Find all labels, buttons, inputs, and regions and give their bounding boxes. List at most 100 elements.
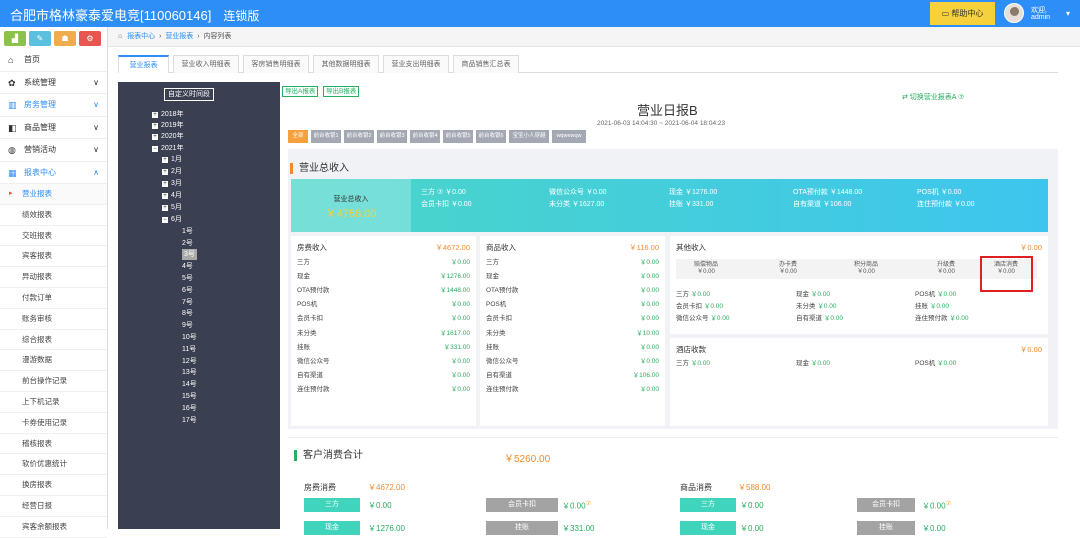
switch-report-a-link[interactable]: ⇄ 切换营业报表A ⑦ <box>902 92 964 102</box>
export-a-button[interactable]: 导出A报表 <box>282 86 319 97</box>
filter-chip-7[interactable]: 宝宝小人穿越 <box>509 130 549 143</box>
tab-5[interactable]: 商品销售汇总表 <box>453 55 519 73</box>
sidebar-subitem-6[interactable]: 账务审核 <box>0 309 107 330</box>
tree-node[interactable]: 14号 <box>182 379 197 390</box>
sidebar-subitem-5[interactable]: 付款订单 <box>0 288 107 309</box>
tree-node[interactable]: 3号 <box>182 249 197 261</box>
tree-node[interactable]: −6月 <box>162 214 182 225</box>
breadcrumb-report-center[interactable]: 报表中心 <box>127 33 155 40</box>
row-label: 微信公众号 <box>486 357 519 365</box>
expand-toggle-icon[interactable]: + <box>162 192 168 199</box>
expand-toggle-icon[interactable]: + <box>162 180 168 187</box>
tree-node[interactable]: +2019年 <box>152 120 184 131</box>
room-consume-value: ￥4672.00 <box>368 483 405 492</box>
tree-node[interactable]: 17号 <box>182 415 197 426</box>
sidebar-subitem-2[interactable]: 交班报表 <box>0 226 107 247</box>
expand-toggle-icon[interactable]: + <box>152 123 158 130</box>
revenue-row: 现金 ￥0.00 <box>486 272 659 282</box>
cogs-icon[interactable]: ⚙ <box>79 31 101 46</box>
tree-node[interactable]: −2021年 <box>152 143 184 154</box>
expand-toggle-icon[interactable]: + <box>152 112 158 118</box>
tree-node[interactable]: +2月 <box>162 166 182 177</box>
user-menu[interactable]: 欢迎, admin ▾ <box>998 0 1080 27</box>
tree-node[interactable]: 4号 <box>182 261 193 272</box>
pencil-icon[interactable]: ✎ <box>29 31 51 46</box>
tree-node[interactable]: 7号 <box>182 297 193 308</box>
expand-toggle-icon[interactable]: − <box>152 145 158 152</box>
sidebar-item-icon: ▦ <box>8 167 17 178</box>
chart-icon[interactable]: ▟ <box>4 31 26 46</box>
sidebar-item-2[interactable]: ▥ 房务管理 ∨ <box>0 94 107 117</box>
tab-2[interactable]: 客房销售明细表 <box>243 55 309 73</box>
tree-node[interactable]: +5月 <box>162 202 182 213</box>
tab-1[interactable]: 营业收入明细表 <box>173 55 239 73</box>
tree-node[interactable]: 8号 <box>182 308 193 319</box>
tree-node-label: 9号 <box>182 322 193 330</box>
custom-range-button[interactable]: 自定义时间段 <box>164 88 214 101</box>
filter-chip-4[interactable]: 前台收银4 <box>410 130 440 143</box>
sidebar-item-4[interactable]: ◍ 营销活动 ∨ <box>0 139 107 162</box>
tree-node[interactable]: 5号 <box>182 273 193 284</box>
filter-chip-2[interactable]: 前台收银2 <box>344 130 374 143</box>
filter-chip-3[interactable]: 前台收银3 <box>377 130 407 143</box>
users-icon[interactable]: ☗ <box>54 31 76 46</box>
sidebar-subitem-4[interactable]: 异动报表 <box>0 267 107 288</box>
other-category: 办卡费 ￥0.00 <box>758 262 818 276</box>
sidebar-subitem-13[interactable]: 软价优惠统计 <box>0 454 107 476</box>
breadcrumb-business-report[interactable]: 营业报表 <box>165 33 193 40</box>
sidebar-item-5[interactable]: ▦ 报表中心 ∧ <box>0 162 107 184</box>
tree-node[interactable]: 16号 <box>182 403 197 414</box>
sidebar-subitem-0[interactable]: 营业报表 <box>0 184 107 205</box>
tree-node-label: 6月 <box>171 215 182 223</box>
tab-3[interactable]: 其他数据明细表 <box>313 55 379 73</box>
filter-chip-8[interactable]: wqwewqw <box>552 130 586 143</box>
expand-toggle-icon[interactable]: + <box>162 156 168 163</box>
sidebar-subitem-9[interactable]: 前台操作记录 <box>0 371 107 392</box>
filter-chip-6[interactable]: 前台收银6 <box>476 130 506 143</box>
expand-toggle-icon[interactable]: − <box>162 216 168 223</box>
tree-node[interactable]: 2号 <box>182 238 193 249</box>
expand-toggle-icon[interactable]: + <box>152 134 158 141</box>
home-icon: ⌂ <box>118 33 123 40</box>
tree-node[interactable]: +2018年 <box>152 109 184 120</box>
filter-chip-1[interactable]: 前台收银1 <box>311 130 341 143</box>
expand-toggle-icon[interactable]: + <box>162 204 168 211</box>
tree-node[interactable]: 12号 <box>182 356 197 367</box>
filter-chip-0[interactable]: 全部 <box>288 130 308 143</box>
sidebar-subitem-12[interactable]: 稽核报表 <box>0 434 107 455</box>
expand-toggle-icon[interactable]: + <box>162 168 168 175</box>
tree-node[interactable]: +1月 <box>162 154 182 165</box>
pay-label: POS机 <box>915 291 936 298</box>
sidebar-subitem-7[interactable]: 综合报表 <box>0 330 107 351</box>
tree-node[interactable]: +3月 <box>162 178 182 189</box>
tree-node[interactable]: 10号 <box>182 332 197 343</box>
sidebar-subitem-1[interactable]: 绩效报表 <box>0 205 107 226</box>
sidebar-subitem-8[interactable]: 漫游数据 <box>0 350 107 372</box>
tree-node[interactable]: 15号 <box>182 391 197 402</box>
filter-chip-5[interactable]: 前台收银5 <box>443 130 473 143</box>
tree-node[interactable]: 1号 <box>182 226 193 237</box>
tree-node[interactable]: +2020年 <box>152 131 184 142</box>
sidebar-subitem-10[interactable]: 上下机记录 <box>0 392 107 413</box>
goods-revenue-title: 商品收入 <box>486 243 516 252</box>
sidebar-item-0[interactable]: ⌂ 首页 <box>0 49 107 72</box>
sidebar-subitem-16[interactable]: 宾客余额报表 <box>0 517 107 538</box>
sidebar-item-1[interactable]: ✿ 系统管理 ∨ <box>0 72 107 94</box>
tree-node[interactable]: +4月 <box>162 190 182 201</box>
tree-node[interactable]: 6号 <box>182 285 193 296</box>
revenue-row: OTA预付款 ￥1448.00 <box>297 286 470 296</box>
sidebar-subitem-14[interactable]: 换房报表 <box>0 475 107 496</box>
sidebar-subitem-11[interactable]: 卡券使用记录 <box>0 413 107 434</box>
sidebar-item-3[interactable]: ◧ 商品管理 ∨ <box>0 117 107 139</box>
tree-node[interactable]: 9号 <box>182 320 193 331</box>
sidebar-subitem-15[interactable]: 经营日报 <box>0 496 107 517</box>
monitor-icon: ▭ <box>941 9 952 18</box>
export-b-button[interactable]: 导出B报表 <box>323 86 360 97</box>
row-value: ￥0.00 <box>450 301 470 309</box>
tab-0[interactable]: 营业报表 <box>118 55 169 73</box>
tree-node[interactable]: 13号 <box>182 367 197 378</box>
tab-4[interactable]: 营业支出明细表 <box>383 55 449 73</box>
sidebar-subitem-3[interactable]: 宾客报表 <box>0 246 107 268</box>
tree-node[interactable]: 11号 <box>182 344 196 355</box>
help-center-button[interactable]: ▭ 帮助中心 <box>930 2 995 25</box>
